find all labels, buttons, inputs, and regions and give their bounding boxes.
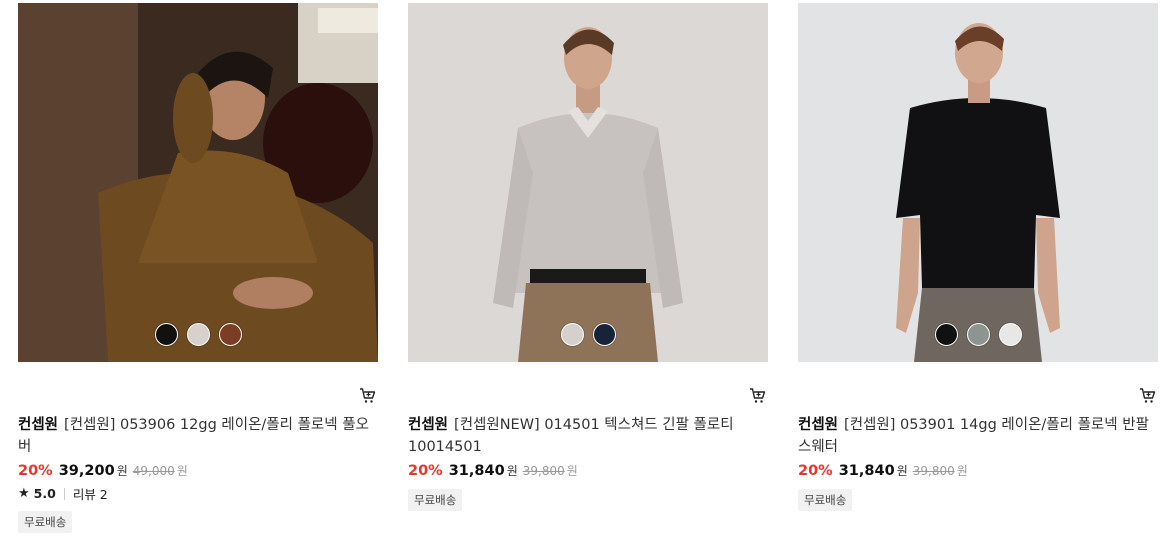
currency-unit: 원 <box>176 464 188 478</box>
product-card[interactable]: 컨셉원 [컨셉원] 053906 12gg 레이온/폴리 폴로넥 풀오버 20% … <box>18 3 378 533</box>
product-title[interactable]: 컨셉원 [컨셉원] 053901 14gg 레이온/폴리 폴로넥 반팔 스웨터 <box>798 414 1160 458</box>
product-card[interactable]: 컨셉원 [컨셉원] 053901 14gg 레이온/폴리 폴로넥 반팔 스웨터 2… <box>798 3 1158 511</box>
product-name: [컨셉원] 053906 12gg 레이온/폴리 폴로넥 풀오버 <box>18 417 369 455</box>
color-swatch[interactable] <box>998 323 1022 346</box>
cart-icon[interactable] <box>749 387 766 404</box>
product-card[interactable]: 컨셉원 [컨셉원NEW] 014501 텍스쳐드 긴팔 폴로티 10014501 … <box>408 3 768 511</box>
currency-unit: 원 <box>566 464 578 478</box>
price-row: 20% 31,840 원 39,800 원 <box>798 462 968 479</box>
original-price: 39,800 <box>912 464 955 478</box>
free-shipping-badge: 무료배송 <box>18 511 73 533</box>
product-image[interactable] <box>18 3 378 362</box>
color-swatch[interactable] <box>966 323 990 346</box>
color-swatches <box>408 323 768 346</box>
free-shipping-badge: 무료배송 <box>408 489 463 511</box>
brand-name: 컨셉원 <box>408 417 449 433</box>
product-title[interactable]: 컨셉원 [컨셉원NEW] 014501 텍스쳐드 긴팔 폴로티 10014501 <box>408 414 770 458</box>
free-shipping-badge: 무료배송 <box>798 489 853 511</box>
rating-score: 5.0 <box>33 486 56 501</box>
review-row: ★ 5.0 리뷰 2 <box>18 484 108 503</box>
original-price: 49,000 <box>132 464 175 478</box>
color-swatch[interactable] <box>934 323 958 346</box>
cart-icon[interactable] <box>359 387 376 404</box>
price-row: 20% 39,200 원 49,000 원 <box>18 462 188 479</box>
discount-rate: 20% <box>18 463 53 479</box>
product-name: [컨셉원] 053901 14gg 레이온/폴리 폴로넥 반팔 스웨터 <box>798 417 1149 455</box>
discount-rate: 20% <box>798 463 833 479</box>
sale-price: 31,840 <box>838 463 895 479</box>
discount-rate: 20% <box>408 463 443 479</box>
color-swatches <box>18 323 378 346</box>
product-grid: 컨셉원 [컨셉원] 053906 12gg 레이온/폴리 폴로넥 풀오버 20% … <box>0 0 1163 547</box>
sale-price: 31,840 <box>448 463 505 479</box>
color-swatch[interactable] <box>154 323 178 346</box>
product-title[interactable]: 컨셉원 [컨셉원] 053906 12gg 레이온/폴리 폴로넥 풀오버 <box>18 414 380 458</box>
price-row: 20% 31,840 원 39,800 원 <box>408 462 578 479</box>
original-price: 39,800 <box>522 464 565 478</box>
star-icon: ★ <box>18 486 30 501</box>
currency-unit: 원 <box>506 464 518 478</box>
brand-name: 컨셉원 <box>798 417 839 433</box>
review-count[interactable]: 리뷰 2 <box>73 484 108 503</box>
color-swatches <box>798 323 1158 346</box>
product-photo <box>408 3 768 362</box>
color-swatch[interactable] <box>592 323 616 346</box>
product-image[interactable] <box>798 3 1158 362</box>
currency-unit: 원 <box>896 464 908 478</box>
currency-unit: 원 <box>956 464 968 478</box>
product-image[interactable] <box>408 3 768 362</box>
product-photo <box>798 3 1158 362</box>
product-name: [컨셉원NEW] 014501 텍스쳐드 긴팔 폴로티 10014501 <box>408 417 734 455</box>
cart-icon[interactable] <box>1139 387 1156 404</box>
color-swatch[interactable] <box>218 323 242 346</box>
color-swatch[interactable] <box>186 323 210 346</box>
sale-price: 39,200 <box>58 463 115 479</box>
brand-name: 컨셉원 <box>18 417 59 433</box>
currency-unit: 원 <box>116 464 128 478</box>
product-photo <box>18 3 378 362</box>
color-swatch[interactable] <box>560 323 584 346</box>
divider <box>63 487 65 500</box>
